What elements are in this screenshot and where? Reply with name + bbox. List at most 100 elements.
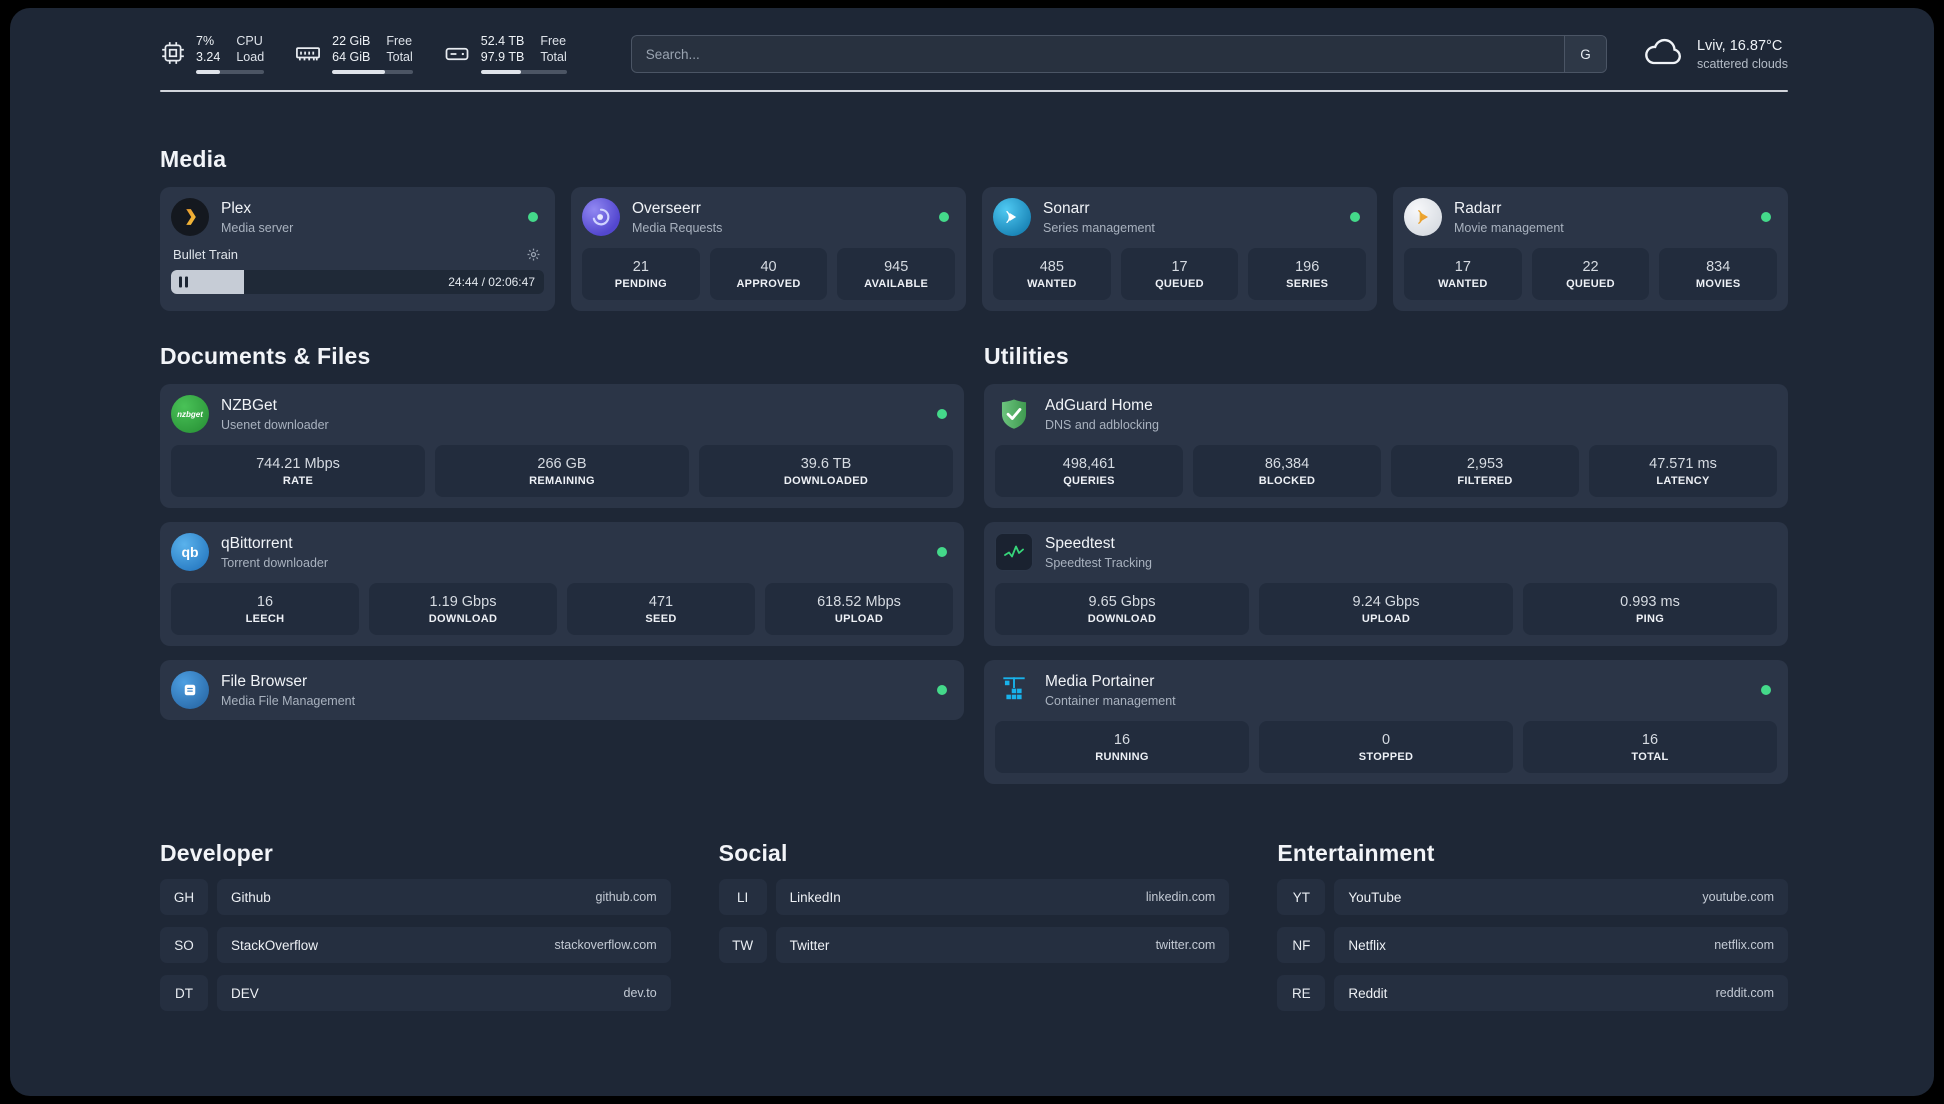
card-speedtest[interactable]: Speedtest Speedtest Tracking 9.65 Gbps DO… [984,522,1788,646]
disk-text: 52.4 TB Free 97.9 TB Total [480,34,567,74]
bookmark-link[interactable]: Reddit reddit.com [1334,975,1788,1011]
bookmark-name: Github [231,889,271,905]
bookmark-abbr-tile[interactable]: LI [718,879,767,915]
card-header: Sonarr Series management [993,198,1366,236]
stat-label: TOTAL [1631,750,1669,763]
card-adguard[interactable]: AdGuard Home DNS and adblocking 498,461 Q… [984,384,1788,508]
bookmark-list: LI LinkedIn linkedin.com TW Twitter twitter.c… [718,879,1230,963]
bookmark-name: YouTube [1348,889,1402,905]
bookmark-link[interactable]: Netflix netflix.com [1334,927,1788,963]
bookmark-url: dev.to [623,986,657,1000]
stat-remaining: 266 GB REMAINING [435,445,689,497]
card-portainer[interactable]: Media Portainer Container management 16 R… [984,660,1788,784]
bookmark-link[interactable]: YouTube youtube.com [1334,879,1788,915]
app-subtitle: Speedtest Tracking [1045,555,1153,570]
stat-value: 17 [1454,258,1471,275]
bookmark-link[interactable]: LinkedIn linkedin.com [775,879,1230,915]
bookmark-link[interactable]: DEV dev.to [217,975,671,1011]
stat-label: UPLOAD [1361,612,1411,625]
weather-widget[interactable]: Lviv, 16.87°C scattered clouds [1641,35,1788,74]
stat-label: FILTERED [1457,474,1513,487]
card-qbittorrent[interactable]: qb qBittorrent Torrent downloader 16 LEEC… [160,522,964,646]
card-plex[interactable]: Plex Media server Bullet Train 24:44 / 0… [160,187,555,311]
bookmark-abbr-tile[interactable]: GH [160,879,208,915]
app-subtitle: Movie management [1454,220,1564,235]
bookmark-link[interactable]: Github github.com [217,879,671,915]
memory-progress-track [332,70,413,74]
bookmark-url: linkedin.com [1145,890,1216,904]
stat-total: 16 TOTAL [1523,721,1777,773]
stat-wanted: 485 WANTED [993,248,1111,300]
bookmark-abbr-tile[interactable]: TW [718,927,767,963]
stat-value: 0 [1381,731,1391,748]
card-titles: File Browser Media File Management [221,673,925,708]
stat-label: LATENCY [1656,474,1710,487]
stat-stopped: 0 STOPPED [1259,721,1513,773]
bookmark-url: reddit.com [1715,986,1774,1000]
stat-available: 945 AVAILABLE [837,248,956,300]
bookmark-url: twitter.com [1155,938,1216,952]
section-documents: Documents & Files nzbget NZBGet Usenet d… [160,343,964,784]
stat-label: LEECH [245,612,285,625]
section-heading-documents: Documents & Files [160,343,371,369]
settings-gear-icon[interactable] [524,245,542,263]
bookmark-link[interactable]: Twitter twitter.com [775,927,1230,963]
bookmark-abbr-tile[interactable]: RE [1277,975,1326,1011]
cpu-chip-icon [160,40,186,71]
stat-label: WANTED [1438,277,1488,290]
section-utilities: Utilities AdGuard Home DNS and adblockin… [984,343,1788,784]
bookmark-name: Reddit [1348,985,1388,1001]
playback-progress-bar[interactable]: 24:44 / 02:06:47 [171,270,544,294]
card-overseerr[interactable]: Overseerr Media Requests 21 PENDING 40 APPR… [571,187,966,311]
media-grid: Plex Media server Bullet Train 24:44 / 0… [160,187,1788,311]
memory-widget: 22 GiB Free 64 GiB Total [294,34,413,74]
stat-download: 1.19 Gbps DOWNLOAD [369,583,557,635]
weather-text: Lviv, 16.87°C scattered clouds [1697,38,1788,71]
app-subtitle: DNS and adblocking [1045,417,1159,432]
app-subtitle: Usenet downloader [221,417,329,432]
bookmark-abbr-tile[interactable]: DT [160,975,208,1011]
bookmark-abbr-tile[interactable]: NF [1277,927,1326,963]
card-radarr[interactable]: Radarr Movie management 17 WANTED 22 QUEUED… [1393,187,1788,311]
stat-label: QUEUED [1566,277,1615,290]
disk-label-bottom: Total [540,50,567,64]
playback-time: 24:44 / 02:06:47 [448,275,535,289]
search-input[interactable] [631,36,1564,72]
stats-row: 21 PENDING 40 APPROVED 945 AVAILABLE [582,248,956,300]
card-titles: Media Portainer Container management [1045,673,1749,708]
search-engine-button[interactable]: G [1563,36,1606,72]
stat-leech: 16 LEECH [171,583,359,635]
pause-icon[interactable] [179,276,188,288]
app-name: File Browser [221,672,308,690]
app-name: qBittorrent [221,534,293,552]
stat-queued: 17 QUEUED [1120,248,1239,300]
bookmark-abbr-tile[interactable]: SO [160,927,208,963]
card-filebrowser[interactable]: File Browser Media File Management [160,660,964,720]
nzbget-icon: nzbget [171,395,209,433]
links-social: Social LI LinkedIn linkedin.com TW Twitter tw… [718,840,1230,1011]
app-name: Overseerr [632,199,701,217]
bookmark-link[interactable]: StackOverflow stackoverflow.com [217,927,671,963]
stat-value: 0.993 ms [1620,593,1680,610]
stats-row: 16 LEECH 1.19 Gbps DOWNLOAD 471 SEED 618.52 Mb… [171,583,953,635]
card-nzbget[interactable]: nzbget NZBGet Usenet downloader 744.21 M… [160,384,964,508]
weather-location: Lviv, 16.87°C [1696,37,1783,54]
links-heading-entertainment: Entertainment [1277,840,1435,866]
stat-value: 744.21 Mbps [256,455,340,472]
disk-widget: 52.4 TB Free 97.9 TB Total [443,34,567,74]
stat-value: 2,953 [1466,455,1504,472]
links-developer: Developer GH Github github.com SO StackOverf… [160,840,671,1011]
cpu-label-top: CPU [236,34,263,48]
status-dot [528,212,538,222]
stat-label: REMAINING [529,474,595,487]
stat-blocked: 86,384 BLOCKED [1193,445,1381,497]
stat-queries: 498,461 QUERIES [995,445,1183,497]
card-sonarr[interactable]: Sonarr Series management 485 WANTED 17 QUEU… [982,187,1377,311]
bookmark-list: YT YouTube youtube.com NF Netflix netflix.com… [1277,879,1788,1011]
bookmark-url: netflix.com [1714,938,1774,952]
memory-label-bottom: Total [386,50,413,64]
bookmark-abbr-tile[interactable]: YT [1277,879,1326,915]
stat-download: 9.65 Gbps DOWNLOAD [995,583,1249,635]
bookmark-row: NF Netflix netflix.com [1277,927,1788,963]
stat-upload: 618.52 Mbps UPLOAD [765,583,953,635]
